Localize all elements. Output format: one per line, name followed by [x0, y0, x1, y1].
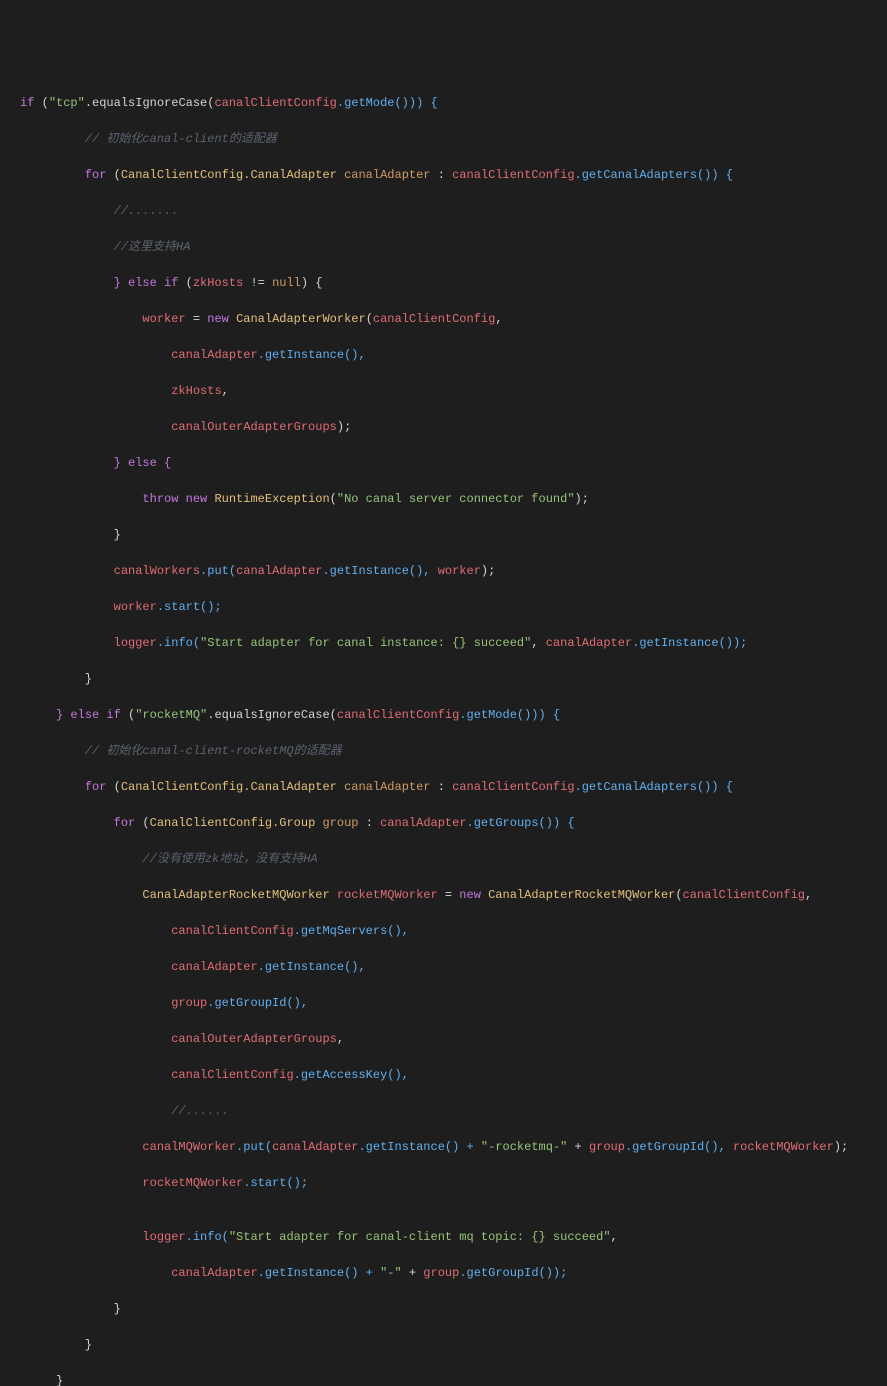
- code-line: // 初始化canal-client的适配器: [20, 130, 887, 148]
- code-line: //.......: [20, 202, 887, 220]
- code-line: canalOuterAdapterGroups,: [20, 1030, 887, 1048]
- code-line: for (CanalClientConfig.CanalAdapter cana…: [20, 166, 887, 184]
- code-line: for (CanalClientConfig.CanalAdapter cana…: [20, 778, 887, 796]
- code-line: canalOuterAdapterGroups);: [20, 418, 887, 436]
- code-line: }: [20, 1336, 887, 1354]
- code-line: } else if ("rocketMQ".equalsIgnoreCase(c…: [20, 706, 887, 724]
- code-line: //没有使用zk地址，没有支持HA: [20, 850, 887, 868]
- code-line: logger.info("Start adapter for canal-cli…: [20, 1228, 887, 1246]
- code-line: CanalAdapterRocketMQWorker rocketMQWorke…: [20, 886, 887, 904]
- code-line: throw new RuntimeException("No canal ser…: [20, 490, 887, 508]
- code-line: //......: [20, 1102, 887, 1120]
- code-line: canalClientConfig.getAccessKey(),: [20, 1066, 887, 1084]
- code-line: }: [20, 1372, 887, 1386]
- code-line: //这里支持HA: [20, 238, 887, 256]
- code-line: canalAdapter.getInstance() + "-" + group…: [20, 1264, 887, 1282]
- code-line: canalAdapter.getInstance(),: [20, 346, 887, 364]
- code-line: rocketMQWorker.start();: [20, 1174, 887, 1192]
- code-line: canalAdapter.getInstance(),: [20, 958, 887, 976]
- code-line: canalClientConfig.getMqServers(),: [20, 922, 887, 940]
- code-line: group.getGroupId(),: [20, 994, 887, 1012]
- code-line: worker.start();: [20, 598, 887, 616]
- code-line: canalMQWorker.put(canalAdapter.getInstan…: [20, 1138, 887, 1156]
- code-editor[interactable]: if ("tcp".equalsIgnoreCase(canalClientCo…: [20, 76, 887, 1386]
- code-line: // 初始化canal-client-rocketMQ的适配器: [20, 742, 887, 760]
- code-line: }: [20, 526, 887, 544]
- code-line: if ("tcp".equalsIgnoreCase(canalClientCo…: [20, 94, 887, 112]
- code-line: for (CanalClientConfig.Group group : can…: [20, 814, 887, 832]
- code-line: logger.info("Start adapter for canal ins…: [20, 634, 887, 652]
- code-line: canalWorkers.put(canalAdapter.getInstanc…: [20, 562, 887, 580]
- code-line: zkHosts,: [20, 382, 887, 400]
- code-line: } else {: [20, 454, 887, 472]
- code-line: }: [20, 670, 887, 688]
- code-line: worker = new CanalAdapterWorker(canalCli…: [20, 310, 887, 328]
- code-line: } else if (zkHosts != null) {: [20, 274, 887, 292]
- code-line: }: [20, 1300, 887, 1318]
